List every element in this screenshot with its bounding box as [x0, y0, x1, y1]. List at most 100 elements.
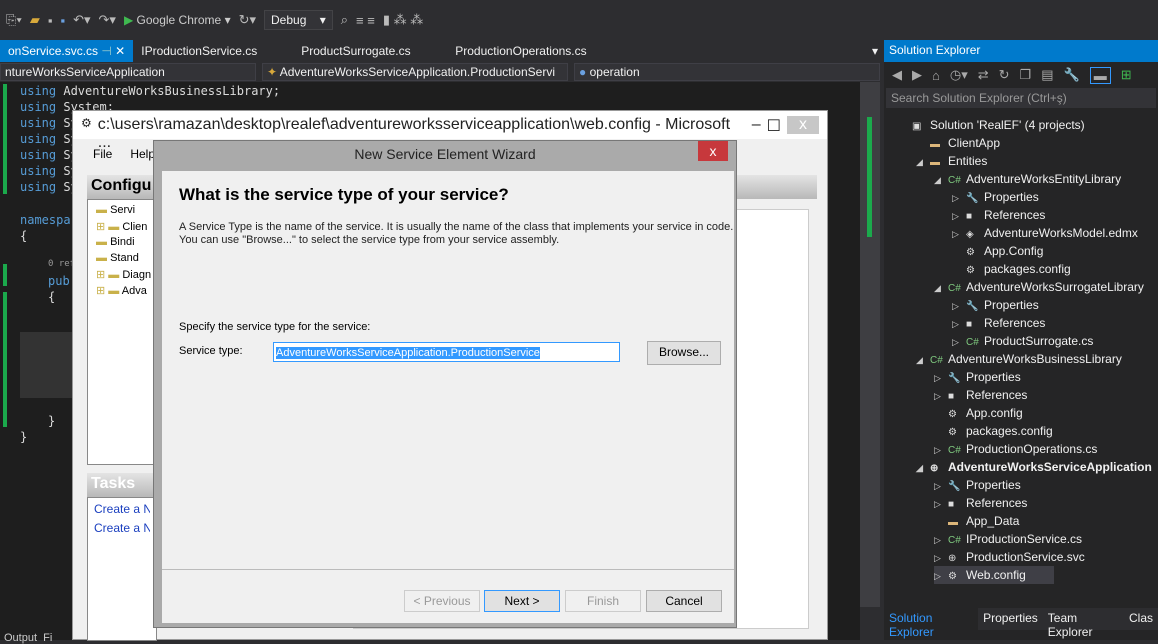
cancel-button[interactable]: Cancel	[646, 590, 722, 612]
solution-explorer-search[interactable]: Search Solution Explorer (Ctrl+ş)	[886, 88, 1156, 108]
tree-item[interactable]: ◢ C# AdventureWorksEntityLibrary	[934, 170, 1121, 188]
refresh-icon[interactable]: ↻▾	[239, 12, 256, 28]
tree-item[interactable]: ▷ C# IProductionService.cs	[934, 530, 1082, 548]
tab-properties[interactable]: Properties	[978, 608, 1043, 630]
editor-vertical-scrollbar[interactable]	[860, 82, 880, 607]
next-button[interactable]: Next >	[484, 590, 560, 612]
tab-overflow-icon[interactable]: ▾	[872, 44, 884, 58]
expand-arrow-icon[interactable]: ▷	[952, 189, 966, 207]
expand-arrow-icon[interactable]: ◢	[916, 351, 930, 369]
preview-icon[interactable]: ▬	[1089, 66, 1111, 84]
tree-item[interactable]: ▷ ■ References	[952, 206, 1045, 224]
tree-item[interactable]: ⚙ packages.config	[952, 260, 1071, 278]
undo-icon[interactable]: ↶▾	[73, 12, 90, 28]
pending-changes-icon[interactable]: ◷▾	[950, 67, 968, 83]
tree-item[interactable]: ▷ C# ProductionOperations.cs	[934, 440, 1097, 458]
tree-item[interactable]: ▷ ◈ AdventureWorksModel.edmx	[952, 224, 1138, 242]
expand-arrow-icon[interactable]: ▷	[934, 387, 948, 405]
config-tree-node[interactable]: ▬ Servi	[96, 204, 135, 216]
tree-item[interactable]: ▷ ⚙ Web.config	[934, 566, 1054, 584]
expand-arrow-icon[interactable]: ▷	[934, 477, 948, 495]
expand-arrow-icon[interactable]: ▷	[952, 333, 966, 351]
find-icon[interactable]: ⌕	[341, 12, 348, 28]
menu-help[interactable]: Help	[130, 147, 155, 161]
member-dropdown[interactable]: ● operation	[574, 63, 880, 81]
task-link[interactable]: Create a New	[94, 502, 150, 521]
type-dropdown[interactable]: ✦ AdventureWorksServiceApplication.Produ…	[262, 63, 568, 81]
browse-button[interactable]: Browse...	[647, 341, 721, 365]
collapse-all-icon[interactable]: ❐	[1020, 67, 1032, 83]
tab-production-operations[interactable]: ProductionOperations.cs	[447, 40, 594, 62]
show-all-files-icon[interactable]: ▤	[1041, 67, 1053, 83]
expand-arrow-icon[interactable]: ▷	[934, 531, 948, 549]
save-icon[interactable]: ▪	[48, 13, 53, 28]
sync-icon[interactable]: ⇄	[978, 67, 989, 83]
tree-item[interactable]: ⚙ App.Config	[952, 242, 1043, 260]
tree-item[interactable]: ◢ C# AdventureWorksBusinessLibrary	[916, 350, 1122, 368]
expand-arrow-icon[interactable]: ◢	[916, 459, 930, 477]
configuration-select[interactable]: Debug ▾	[264, 10, 333, 30]
tree-item[interactable]: ▷ 🔧 Properties	[934, 476, 1021, 494]
tree-item[interactable]: ▣ Solution 'RealEF' (4 projects)	[898, 116, 1085, 134]
expand-arrow-icon[interactable]: ▷	[952, 225, 966, 243]
tree-item[interactable]: ▷ ■ References	[952, 314, 1045, 332]
tree-item[interactable]: ▷ ■ References	[934, 494, 1027, 512]
refresh-icon[interactable]: ↻	[999, 67, 1010, 83]
tree-item[interactable]: ⚙ packages.config	[934, 422, 1053, 440]
previous-button[interactable]: < Previous	[404, 590, 480, 612]
close-button[interactable]: x	[787, 116, 819, 134]
maximize-button[interactable]: ☐	[767, 116, 781, 135]
properties-icon[interactable]: 🔧	[1064, 67, 1080, 83]
config-tree-node[interactable]: ▬ Stand	[96, 252, 139, 264]
project-dropdown[interactable]: ntureWorksServiceApplication	[0, 63, 256, 81]
config-tree-node[interactable]: ⊞ ▬ Clien	[96, 220, 147, 233]
start-debug-button[interactable]: ▶ Google Chrome ▾	[124, 13, 231, 27]
expand-arrow-icon[interactable]: ▷	[934, 495, 948, 513]
expand-arrow-icon[interactable]: ▷	[934, 369, 948, 387]
tree-item[interactable]: ▷ ■ References	[934, 386, 1027, 404]
task-link[interactable]: Create a New	[94, 521, 150, 535]
tree-item[interactable]: ▷ ⊕ ProductionService.svc	[934, 548, 1085, 566]
tab-product-surrogate[interactable]: ProductSurrogate.cs	[293, 40, 447, 62]
tree-item[interactable]: ▬ ClientApp	[916, 134, 1000, 152]
service-type-input[interactable]: AdventureWorksServiceApplication.Product…	[273, 342, 620, 362]
minimize-button[interactable]: –	[752, 116, 761, 134]
tree-item[interactable]: ▷ 🔧 Properties	[952, 296, 1039, 314]
pin-icon[interactable]: ⊣	[101, 44, 111, 58]
expand-arrow-icon[interactable]: ◢	[934, 171, 948, 189]
expand-arrow-icon[interactable]: ▷	[952, 297, 966, 315]
tree-item[interactable]: ⚙ App.config	[934, 404, 1023, 422]
menu-file[interactable]: File	[93, 147, 112, 161]
tab-production-service-svc[interactable]: onService.svc.cs ⊣ ✕	[0, 40, 134, 62]
finish-button[interactable]: Finish	[565, 590, 641, 612]
expand-arrow-icon[interactable]: ▷	[952, 315, 966, 333]
bookmark-icon[interactable]: ▮ ⁂ ⁂	[383, 12, 423, 28]
tab-iproduction-service[interactable]: IProductionService.cs	[133, 40, 293, 62]
tree-item[interactable]: ◢ ▬ Entities	[916, 152, 987, 170]
expand-arrow-icon[interactable]: ▷	[934, 441, 948, 459]
expand-arrow-icon[interactable]: ◢	[934, 279, 948, 297]
open-icon[interactable]: ▰	[30, 12, 40, 28]
config-tree-node[interactable]: ⊞ ▬ Diagn	[96, 268, 151, 281]
tree-item[interactable]: ▬ App_Data	[934, 512, 1019, 530]
config-tree-node[interactable]: ⊞ ▬ Adva	[96, 284, 147, 297]
expand-arrow-icon[interactable]: ▷	[934, 549, 948, 567]
back-icon[interactable]: ◀	[892, 67, 902, 83]
save-all-icon[interactable]: ▪	[60, 13, 65, 28]
indent-icon[interactable]: ≡ ≡	[356, 13, 375, 28]
tab-solution-explorer[interactable]: Solution Explorer	[884, 608, 979, 639]
tree-item[interactable]: ▷ 🔧 Properties	[952, 188, 1039, 206]
expand-arrow-icon[interactable]: ▷	[952, 207, 966, 225]
new-project-icon[interactable]: ⎘▾	[6, 12, 22, 28]
tree-item[interactable]: ▷ 🔧 Properties	[934, 368, 1021, 386]
tree-item[interactable]: ◢ ⊕ AdventureWorksServiceApplication	[916, 458, 1152, 476]
expand-arrow-icon[interactable]: ◢	[916, 153, 930, 171]
tree-item[interactable]: ◢ C# AdventureWorksSurrogateLibrary	[934, 278, 1144, 296]
tab-team-explorer[interactable]: Team Explorer	[1043, 608, 1124, 639]
class-diagram-icon[interactable]: ⊞	[1121, 67, 1132, 83]
home-icon[interactable]: ⌂	[932, 68, 940, 83]
redo-icon[interactable]: ↷▾	[99, 12, 116, 28]
wizard-close-button[interactable]: x	[698, 141, 728, 161]
tab-class-view[interactable]: Clas	[1124, 608, 1158, 630]
config-tree-node[interactable]: ▬ Bindi	[96, 236, 135, 248]
